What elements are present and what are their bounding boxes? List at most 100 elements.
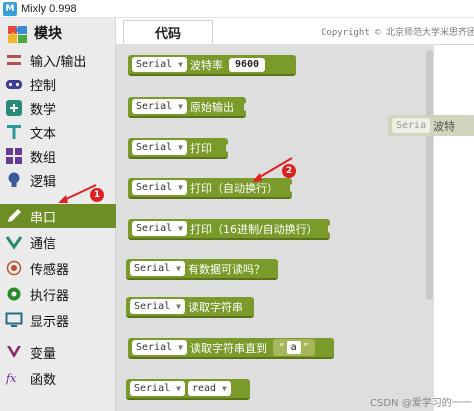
sidebar-title: 模块 — [34, 26, 62, 42]
gamepad-icon — [5, 75, 23, 93]
dropdown-arrow-icon: ▼ — [222, 384, 227, 393]
puzzle-icon — [6, 22, 32, 44]
category-label: 数学 — [30, 102, 57, 118]
dropdown-arrow-icon: ▼ — [178, 183, 183, 192]
category-label: 执行器 — [30, 288, 70, 304]
category-label: 文本 — [30, 126, 57, 142]
category-sensor[interactable]: 传感器 — [0, 256, 116, 280]
block-serial-read[interactable]: Serial ▼ read ▼ — [126, 379, 250, 400]
block-label: 读取字符串 — [187, 300, 243, 314]
flyout-scrollbar[interactable] — [426, 50, 433, 300]
category-label: 控制 — [30, 78, 57, 94]
category-label: 变量 — [30, 346, 57, 362]
dropdown-arrow-icon: ▼ — [178, 60, 183, 69]
dropdown-arrow-icon: ▼ — [178, 143, 183, 152]
category-array[interactable]: 数组 — [0, 144, 116, 168]
block-serial-println[interactable]: Serial ▼ 打印（自动换行） — [128, 178, 296, 199]
input-socket — [226, 144, 232, 152]
serial-port-dropdown[interactable]: Serial ▼ — [130, 381, 185, 396]
block-serial-available[interactable]: Serial ▼ 有数据可读吗？ — [126, 259, 278, 280]
block-label: 打印 — [189, 141, 212, 155]
category-function[interactable]: fx 函数 — [0, 366, 116, 390]
string-value-field[interactable]: a — [286, 341, 301, 354]
category-communication[interactable]: 通信 — [0, 230, 116, 254]
svg-text:fx: fx — [5, 372, 17, 385]
serial-port-dropdown[interactable]: Serial ▼ — [132, 99, 187, 114]
category-label: 串口 — [30, 210, 57, 226]
copyright-text: Copyright © 北京师范大学米思齐团 — [321, 28, 474, 38]
category-display[interactable]: 显示器 — [0, 308, 116, 332]
dropdown-arrow-icon: ▼ — [176, 302, 181, 311]
category-label: 通信 — [30, 236, 57, 252]
baudrate-value-field[interactable]: 9600 — [228, 57, 266, 72]
window-title: Mixly 0.998 — [21, 2, 77, 15]
block-flyout[interactable]: Serial ▼ 波特率 9600 Serial ▼ 原始输出 Serial ▼ 打印… — [116, 44, 434, 411]
monitor-icon — [5, 311, 23, 329]
category-label: 输入/输出 — [30, 54, 87, 70]
watermark: CSDN @爱学习的一一 — [370, 398, 472, 409]
category-label: 函数 — [30, 372, 57, 388]
dropdown-arrow-icon: ▼ — [178, 343, 183, 352]
workspace-ghost-block[interactable]: Seria 波特 — [388, 115, 474, 136]
serial-port-dropdown[interactable]: Serial ▼ — [132, 140, 187, 155]
math-icon — [5, 99, 23, 117]
category-actuator[interactable]: 执行器 — [0, 282, 116, 306]
array-icon — [5, 147, 23, 165]
sidebar-header: 模块 — [0, 18, 116, 48]
block-label: 波特率 — [189, 58, 223, 72]
io-icon — [5, 51, 23, 69]
pen-icon — [5, 207, 23, 225]
dropdown-arrow-icon: ▼ — [178, 102, 183, 111]
category-label: 逻辑 — [30, 174, 57, 190]
string-literal-block[interactable]: “ a ” — [272, 339, 315, 356]
variable-icon — [5, 343, 23, 361]
actuator-icon — [5, 285, 23, 303]
block-serial-read-string[interactable]: Serial ▼ 读取字符串 — [126, 297, 254, 318]
category-label: 数组 — [30, 150, 57, 166]
category-io[interactable]: 输入/输出 — [0, 48, 116, 72]
bulb-icon — [5, 171, 23, 189]
dropdown-arrow-icon: ▼ — [176, 384, 181, 393]
tab-code[interactable]: 代码 — [123, 20, 213, 44]
category-label: 传感器 — [30, 262, 70, 278]
sensor-icon — [5, 259, 23, 277]
category-sidebar: 模块 输入/输出 控制 数学 文本 数组 逻辑 串口 通信 传感器 执行器 显示… — [0, 18, 116, 411]
serial-port-dropdown[interactable]: Seria — [392, 118, 431, 133]
annotation-badge-1: 1 — [90, 188, 104, 202]
quote-icon: “ — [278, 341, 285, 354]
category-control[interactable]: 控制 — [0, 72, 116, 96]
block-serial-read-string-until[interactable]: Serial ▼ 读取字符串直到 “ a ” — [128, 338, 334, 359]
block-label: 波特 — [433, 119, 456, 133]
dropdown-arrow-icon: ▼ — [178, 224, 183, 233]
category-text[interactable]: 文本 — [0, 120, 116, 144]
block-label: 原始输出 — [189, 100, 234, 114]
block-serial-baudrate[interactable]: Serial ▼ 波特率 9600 — [128, 55, 296, 76]
function-icon: fx — [5, 369, 23, 387]
read-mode-dropdown[interactable]: read ▼ — [187, 381, 231, 396]
mixly-app-icon: M — [3, 1, 17, 16]
block-serial-raw-output[interactable]: Serial ▼ 原始输出 — [128, 97, 250, 118]
category-math[interactable]: 数学 — [0, 96, 116, 120]
serial-port-dropdown[interactable]: Serial ▼ — [132, 221, 187, 236]
block-label: 打印（自动换行） — [189, 181, 278, 195]
category-variable[interactable]: 变量 — [0, 340, 116, 364]
dropdown-arrow-icon: ▼ — [176, 264, 181, 273]
block-serial-print-hex[interactable]: Serial ▼ 打印（16进制/自动换行） — [128, 219, 334, 240]
category-label: 显示器 — [30, 314, 70, 330]
title-bar: M Mixly 0.998 — [0, 0, 474, 18]
serial-port-dropdown[interactable]: Serial ▼ — [132, 57, 187, 72]
block-serial-print[interactable]: Serial ▼ 打印 — [128, 138, 232, 159]
category-serial[interactable]: 串口 — [0, 204, 116, 228]
input-socket — [328, 225, 334, 233]
input-socket — [244, 103, 250, 111]
block-label: 有数据可读吗？ — [187, 262, 265, 276]
text-icon — [5, 123, 23, 141]
serial-port-dropdown[interactable]: Serial ▼ — [130, 299, 185, 314]
input-socket — [290, 184, 296, 192]
comm-icon — [5, 233, 23, 251]
serial-port-dropdown[interactable]: Serial ▼ — [132, 180, 187, 195]
serial-port-dropdown[interactable]: Serial ▼ — [130, 261, 185, 276]
serial-port-dropdown[interactable]: Serial ▼ — [132, 340, 187, 355]
block-label: 读取字符串直到 — [189, 341, 267, 355]
block-label: 打印（16进制/自动换行） — [189, 222, 318, 236]
